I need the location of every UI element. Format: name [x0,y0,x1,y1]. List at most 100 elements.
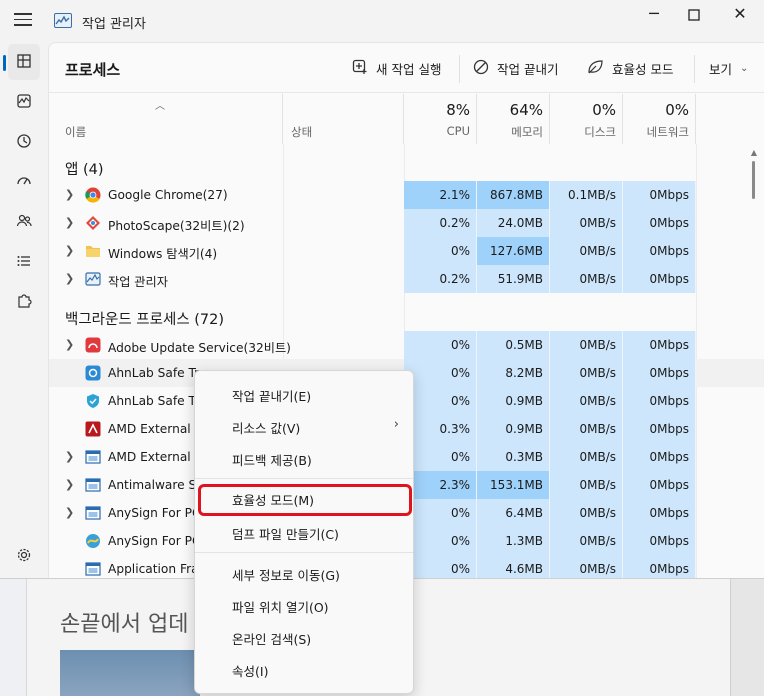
chevron-right-icon[interactable]: ❯ [65,478,74,491]
network-value: 0Mbps [623,181,696,209]
name-column-header[interactable]: ︿ 이름 [49,94,283,144]
disk-value: 0MB/s [550,471,623,499]
menu-item-resource-values[interactable]: 리소스 값(V) › [199,411,409,441]
nav-details[interactable] [8,244,40,280]
chevron-down-icon: ⌄ [740,63,749,74]
chevron-right-icon[interactable]: ❯ [65,216,74,229]
process-name: Google Chrome(27) [108,188,228,202]
scroll-up-arrow-icon[interactable]: ▲ [751,148,757,157]
maximize-button[interactable] [674,4,714,26]
table-row[interactable]: ❯ Adobe Update Service(32비트) 0% 0.5MB 0M… [49,331,764,359]
process-name: AhnLab Safe Tra [108,394,207,408]
memory-column-label: 메모리 [511,125,543,139]
disk-column-label: 디스크 [584,125,616,139]
menu-item-open-file-location[interactable]: 파일 위치 열기(O) [199,590,409,620]
network-value: 0Mbps [623,527,696,555]
menu-item-create-dump-file[interactable]: 덤프 파일 만들기(C) [199,517,409,547]
chevron-right-icon[interactable]: ❯ [65,506,74,519]
chevron-right-icon[interactable]: ❯ [65,450,74,463]
group-header-apps: 앱 (4) [49,148,764,182]
disk-value: 0MB/s [550,265,623,293]
network-value: 0Mbps [623,415,696,443]
memory-value: 127.6MB [477,237,550,265]
end-task-label: 작업 끝내기 [497,62,559,77]
menu-item-label: 덤프 파일 만들기(C) [232,527,339,542]
efficiency-mode-button[interactable]: 효율성 모드 [587,59,673,78]
background-group-title: 백그라운드 프로세스 (72) [65,312,225,328]
table-row[interactable]: ❯ Windows 탐색기(4) 0% 127.6MB 0MB/s 0Mbps [49,237,764,265]
title-bar: 작업 관리자 ─ ✕ [0,0,764,42]
table-row[interactable]: ❯ PhotoScape(32비트)(2) 0.2% 24.0MB 0MB/s … [49,209,764,237]
menu-item-end-task[interactable]: 작업 끝내기(E) [199,379,409,409]
efficiency-mode-highlight-box [198,484,412,516]
service-window-icon [85,477,101,493]
menu-item-label: 속성(I) [232,664,269,679]
cpu-value: 0.2% [404,265,477,293]
network-value: 0Mbps [623,443,696,471]
memory-value: 867.8MB [477,181,550,209]
run-new-task-label: 새 작업 실행 [376,62,442,77]
status-column-header[interactable]: 상태 [283,94,404,144]
network-total-percent: 0% [665,101,689,119]
folder-icon [85,243,101,259]
memory-column-header[interactable]: 64% 메모리 [477,94,550,144]
memory-value: 153.1MB [477,471,550,499]
memory-value: 0.9MB [477,387,550,415]
nav-services[interactable] [8,284,40,320]
minimize-button[interactable]: ─ [634,4,674,26]
toolbar-separator [459,55,460,83]
background-image [60,650,200,696]
cpu-column-header[interactable]: 8% CPU [404,94,477,144]
end-task-button[interactable]: 작업 끝내기 [473,59,558,78]
menu-item-go-to-details[interactable]: 세부 정보로 이동(G) [199,558,409,588]
close-button[interactable]: ✕ [720,4,760,26]
memory-value: 0.5MB [477,331,550,359]
disk-value: 0MB/s [550,331,623,359]
menu-item-feedback[interactable]: 피드백 제공(B) [199,443,409,473]
process-name: AhnLab Safe Tra [108,366,207,380]
vertical-scrollbar-thumb[interactable] [752,161,755,199]
service-window-icon [85,505,101,521]
chevron-right-icon[interactable]: ❯ [65,188,74,201]
memory-value: 6.4MB [477,499,550,527]
memory-value: 0.9MB [477,415,550,443]
chevron-right-icon[interactable]: ❯ [65,244,74,257]
menu-item-label: 작업 끝내기(E) [232,389,312,404]
table-row[interactable]: ❯ 작업 관리자 0.2% 51.9MB 0MB/s 0Mbps [49,265,764,293]
chevron-right-icon: › [393,417,399,432]
nav-app-history[interactable] [8,124,40,160]
cpu-value: 0% [404,443,477,471]
disk-value: 0MB/s [550,415,623,443]
history-icon [16,133,32,152]
menu-item-label: 리소스 값(V) [232,421,301,436]
nav-settings[interactable] [8,538,40,574]
nav-startup-apps[interactable] [8,164,40,200]
settings-gear-icon [16,547,32,566]
efficiency-mode-label: 효율성 모드 [612,62,674,77]
network-column-header[interactable]: 0% 네트워크 [623,94,696,144]
menu-item-properties[interactable]: 속성(I) [199,654,409,684]
table-row[interactable]: ❯ Google Chrome(27) 2.1% 867.8MB 0.1MB/s… [49,181,764,209]
services-puzzle-icon [16,293,32,312]
disk-value: 0MB/s [550,527,623,555]
network-value: 0Mbps [623,265,696,293]
hamburger-menu-icon[interactable] [14,13,32,27]
left-navigation [0,42,48,578]
chevron-right-icon[interactable]: ❯ [65,272,74,285]
service-window-icon [85,449,101,465]
cpu-value: 0% [404,527,477,555]
nav-users[interactable] [8,204,40,240]
disk-column-header[interactable]: 0% 디스크 [550,94,623,144]
run-new-task-button[interactable]: 새 작업 실행 [352,59,441,78]
nav-performance[interactable] [8,84,40,120]
photoscape-icon [85,215,101,231]
sort-up-icon: ︿ [155,101,165,112]
chevron-right-icon[interactable]: ❯ [65,338,74,351]
nav-processes[interactable] [8,44,40,80]
active-indicator [3,55,6,71]
cpu-value: 0% [404,359,477,387]
process-name: PhotoScape(32비트)(2) [108,219,245,233]
disk-value: 0MB/s [550,359,623,387]
menu-item-search-online[interactable]: 온라인 검색(S) [199,622,409,652]
view-menu-button[interactable]: 보기 ⌄ [709,59,748,78]
